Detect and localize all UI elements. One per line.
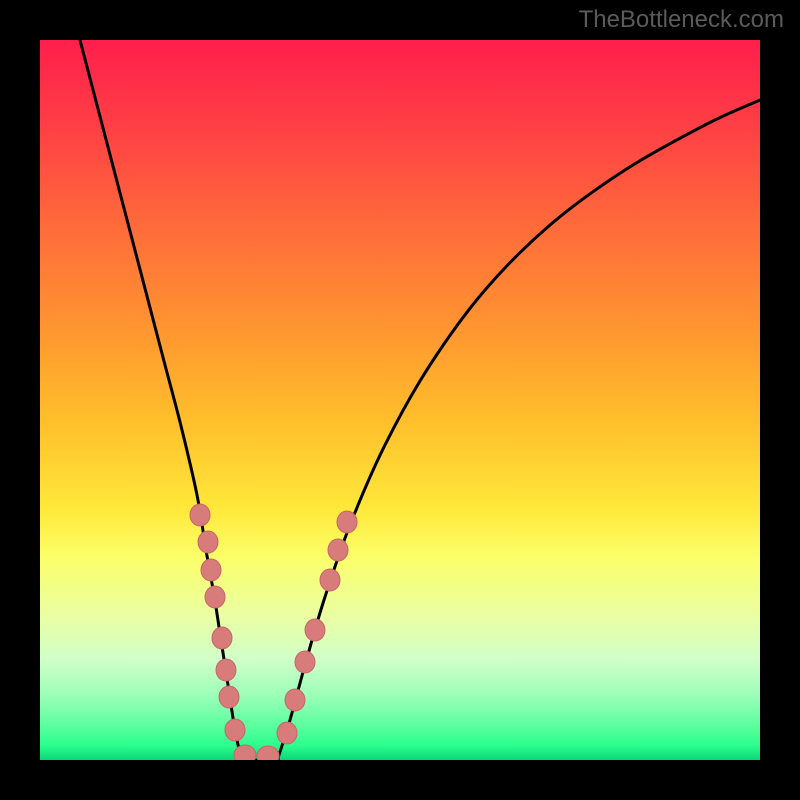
data-markers [190, 504, 357, 760]
data-point [219, 686, 239, 708]
chart-frame: TheBottleneck.com [0, 0, 800, 800]
data-point [198, 531, 218, 553]
data-point [295, 651, 315, 673]
data-point [225, 719, 245, 741]
data-point [285, 689, 305, 711]
curve-line [80, 40, 760, 760]
data-point [205, 586, 225, 608]
bottleneck-curve [80, 40, 760, 760]
data-point [257, 746, 279, 760]
data-point [212, 627, 232, 649]
data-point [320, 569, 340, 591]
chart-svg [40, 40, 760, 760]
chart-plot-area [40, 40, 760, 760]
data-point [190, 504, 210, 526]
data-point [277, 722, 297, 744]
data-point [337, 511, 357, 533]
data-point [216, 659, 236, 681]
data-point [234, 745, 256, 760]
data-point [305, 619, 325, 641]
data-point [201, 559, 221, 581]
data-point [328, 539, 348, 561]
watermark-text: TheBottleneck.com [579, 6, 784, 34]
